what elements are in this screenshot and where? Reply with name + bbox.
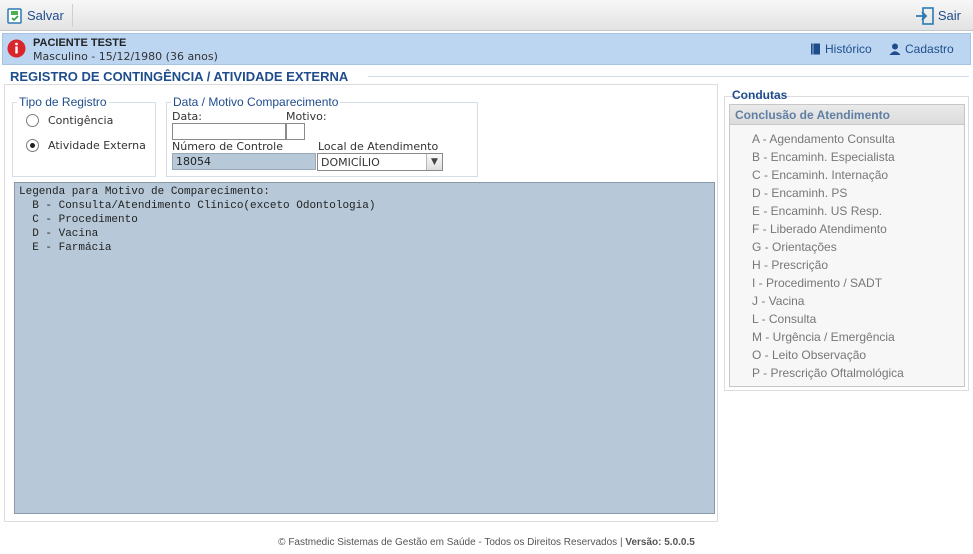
- conduta-item[interactable]: A - Agendamento Consulta: [752, 132, 895, 146]
- history-label: Histórico: [825, 42, 872, 56]
- conduta-item[interactable]: E - Encaminh. US Resp.: [752, 204, 882, 218]
- title-divider: [368, 76, 969, 77]
- tipo-registro-group: Tipo de Registro: [12, 95, 156, 177]
- toolbar: Salvar Sair: [0, 0, 973, 31]
- conduta-item[interactable]: M - Urgência / Emergência: [752, 330, 895, 344]
- motivo-label: Motivo:: [286, 110, 327, 123]
- page-title: REGISTRO DE CONTINGÊNCIA / ATIVIDADE EXT…: [10, 69, 349, 84]
- exit-label: Sair: [937, 8, 961, 23]
- radio-contigencia-circle[interactable]: [26, 114, 39, 127]
- conduta-item[interactable]: L - Consulta: [752, 312, 816, 326]
- conduta-item[interactable]: O - Leito Observação: [752, 348, 866, 362]
- register-link[interactable]: Cadastro: [889, 42, 954, 56]
- patient-description: Masculino - 15/12/1980 (36 anos): [33, 50, 218, 63]
- legenda-line: C - Procedimento: [19, 214, 138, 226]
- radio-atividade-externa-label: Atividade Externa: [48, 139, 146, 152]
- legenda-line: E - Farmácia: [19, 242, 112, 254]
- local-atendimento-label: Local de Atendimento: [318, 140, 439, 153]
- user-icon: [889, 43, 901, 55]
- history-link[interactable]: Histórico: [810, 42, 872, 56]
- conduta-item[interactable]: J - Vacina: [752, 294, 804, 308]
- patient-name: PACIENTE TESTE: [33, 37, 127, 49]
- save-label: Salvar: [27, 8, 64, 23]
- legenda-line: D - Vacina: [19, 228, 99, 240]
- tipo-registro-legend: Tipo de Registro: [19, 95, 107, 109]
- save-button[interactable]: Salvar: [6, 4, 73, 27]
- numero-controle-field: 18054: [172, 153, 316, 170]
- save-icon: [7, 7, 22, 24]
- conduta-item[interactable]: F - Liberado Atendimento: [752, 222, 887, 236]
- footer: © Fastmedic Sistemas de Gestão em Saúde …: [0, 537, 973, 548]
- numero-controle-label: Número de Controle: [172, 140, 283, 153]
- motivo-input[interactable]: [286, 123, 305, 140]
- conduta-item[interactable]: B - Encaminh. Especialista: [752, 150, 895, 164]
- conduta-item[interactable]: H - Prescrição: [752, 258, 828, 272]
- data-label: Data:: [172, 110, 202, 123]
- conduta-item[interactable]: I - Procedimento / SADT: [752, 276, 882, 290]
- info-icon: [7, 39, 26, 58]
- data-motivo-legend: Data / Motivo Comparecimento: [173, 95, 339, 109]
- legenda-line: B - Consulta/Atendimento Clínico(exceto …: [19, 200, 376, 212]
- conduta-item[interactable]: G - Orientações: [752, 240, 837, 254]
- patient-bar: PACIENTE TESTE Masculino - 15/12/1980 (3…: [2, 33, 971, 65]
- condutas-header: Conclusão de Atendimento: [730, 105, 964, 125]
- exit-button[interactable]: Sair: [915, 4, 961, 27]
- radio-contigencia-label: Contigência: [48, 114, 114, 127]
- book-icon: [811, 43, 820, 55]
- data-input[interactable]: [172, 123, 286, 140]
- footer-version: Versão: 5.0.0.5: [625, 537, 695, 548]
- exit-icon: [915, 6, 934, 25]
- conduta-item[interactable]: D - Encaminh. PS: [752, 186, 847, 200]
- radio-contigencia[interactable]: Contigência: [26, 114, 113, 127]
- legenda-line: Legenda para Motivo de Comparecimento:: [19, 186, 270, 198]
- local-atendimento-value: DOMICÍLIO: [321, 156, 380, 169]
- radio-atividade-externa[interactable]: Atividade Externa: [26, 139, 146, 152]
- conduta-item[interactable]: C - Encaminh. Internação: [752, 168, 888, 182]
- chevron-down-icon[interactable]: ▼: [426, 154, 442, 170]
- conduta-item[interactable]: P - Prescrição Oftalmológica: [752, 366, 904, 380]
- legenda-textarea[interactable]: Legenda para Motivo de Comparecimento: B…: [14, 182, 715, 514]
- register-label: Cadastro: [905, 42, 954, 56]
- footer-text: © Fastmedic Sistemas de Gestão em Saúde …: [278, 537, 626, 548]
- condutas-title: Condutas: [732, 88, 788, 102]
- local-atendimento-select[interactable]: DOMICÍLIO ▼: [317, 153, 443, 171]
- radio-atividade-externa-circle[interactable]: [26, 139, 39, 152]
